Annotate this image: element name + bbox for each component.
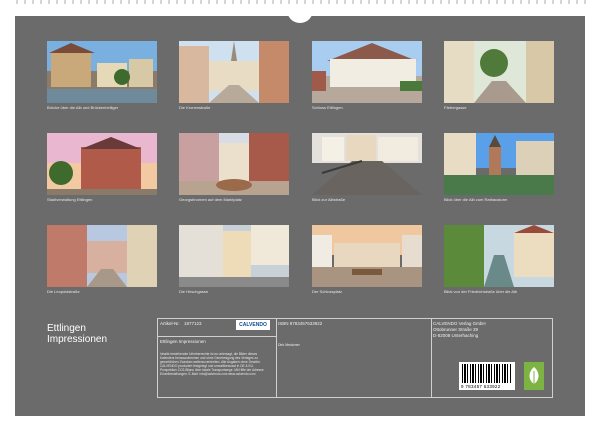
caption-bruecke: Brücke über die Alb und Brückenheiliger bbox=[47, 105, 119, 110]
publisher-line-1: CALVENDO Verlag GmbH bbox=[433, 321, 486, 326]
photo-hirschgasse-image bbox=[179, 225, 289, 287]
caption-leopoldstrasse: Die Leopoldstraße bbox=[47, 289, 80, 294]
photo-schloss bbox=[312, 41, 422, 103]
photo-albstrasse bbox=[312, 133, 422, 195]
calendar-title: Ettlingen Impressionen bbox=[47, 323, 107, 345]
photo-georgsbrunnen bbox=[179, 133, 289, 195]
legal-text: Inhalte bestehender Urheberrechte ist es… bbox=[160, 352, 264, 376]
caption-hirschgasse: Die Hirschgasse bbox=[179, 289, 209, 294]
caption-georgsbrunnen: Georgsbrunnen auf dem Marktplatz bbox=[179, 197, 242, 202]
title-line-1: Ettlingen bbox=[47, 323, 86, 334]
caption-rathausturm: Blick über die Alb zum Rathausturm bbox=[444, 197, 508, 202]
photo-friedrichstrasse bbox=[444, 225, 554, 287]
photo-stadtverwaltung-image bbox=[47, 133, 157, 195]
publisher-line-2: Ottobrunner Straße 39 bbox=[433, 327, 479, 332]
barcode: 9 783457 633922 bbox=[459, 362, 515, 390]
photo-stadtverwaltung bbox=[47, 133, 157, 195]
article-label: Artikel-Nr. bbox=[160, 321, 180, 326]
photo-leopoldstrasse bbox=[47, 225, 157, 287]
photo-faerbergasse bbox=[444, 41, 554, 103]
photo-friedrichstrasse-image bbox=[444, 225, 554, 287]
photo-schlossplatz-image bbox=[312, 225, 422, 287]
photo-schlossplatz bbox=[312, 225, 422, 287]
barcode-bars bbox=[462, 364, 512, 383]
caption-schloss: Schloss Ettlingen bbox=[312, 105, 343, 110]
author: Dirk Meutzner bbox=[278, 343, 300, 347]
caption-faerbergasse: Färbergasse bbox=[444, 105, 467, 110]
article-number: 1977123 bbox=[184, 321, 202, 326]
info-divider-1 bbox=[276, 319, 277, 397]
info-divider-h bbox=[158, 336, 276, 337]
calvendo-logo: CALVENDO bbox=[236, 320, 270, 330]
title-line-2: Impressionen bbox=[47, 334, 108, 345]
photo-bruecke-image bbox=[47, 41, 157, 103]
info-calendar-title: Ettlingen Impressionen bbox=[160, 339, 206, 344]
leaf-icon bbox=[529, 367, 539, 386]
caption-friedrichstrasse: Blick von der Friedrichstraße über die A… bbox=[444, 289, 518, 294]
photo-rathausturm-image bbox=[444, 133, 554, 195]
isbn: ISBN 9783457633922 bbox=[278, 321, 323, 326]
caption-schlossplatz: Der Schlossplatz bbox=[312, 289, 343, 294]
caption-albstrasse: Blick zur Albstraße bbox=[312, 197, 346, 202]
photo-rathausturm bbox=[444, 133, 554, 195]
photo-bruecke bbox=[47, 41, 157, 103]
caption-stadtverwaltung: Stadtverwaltung Ettlingen bbox=[47, 197, 93, 202]
barcode-number: 9 783457 633922 bbox=[461, 384, 501, 389]
photo-faerbergasse-image bbox=[444, 41, 554, 103]
photo-albstrasse-image bbox=[312, 133, 422, 195]
photo-georgsbrunnen-image bbox=[179, 133, 289, 195]
publisher-line-3: D-82008 Unterhaching bbox=[433, 333, 479, 338]
photo-hirschgasse bbox=[179, 225, 289, 287]
info-divider-2 bbox=[431, 319, 432, 397]
photo-kronenstrasse bbox=[179, 41, 289, 103]
photo-leopoldstrasse-image bbox=[47, 225, 157, 287]
photo-schloss-image bbox=[312, 41, 422, 103]
photo-kronenstrasse-image bbox=[179, 41, 289, 103]
caption-kronenstrasse: Die Kronenstraße bbox=[179, 105, 211, 110]
eco-leaf-icon bbox=[524, 362, 544, 390]
spiral-binding bbox=[12, 0, 588, 4]
